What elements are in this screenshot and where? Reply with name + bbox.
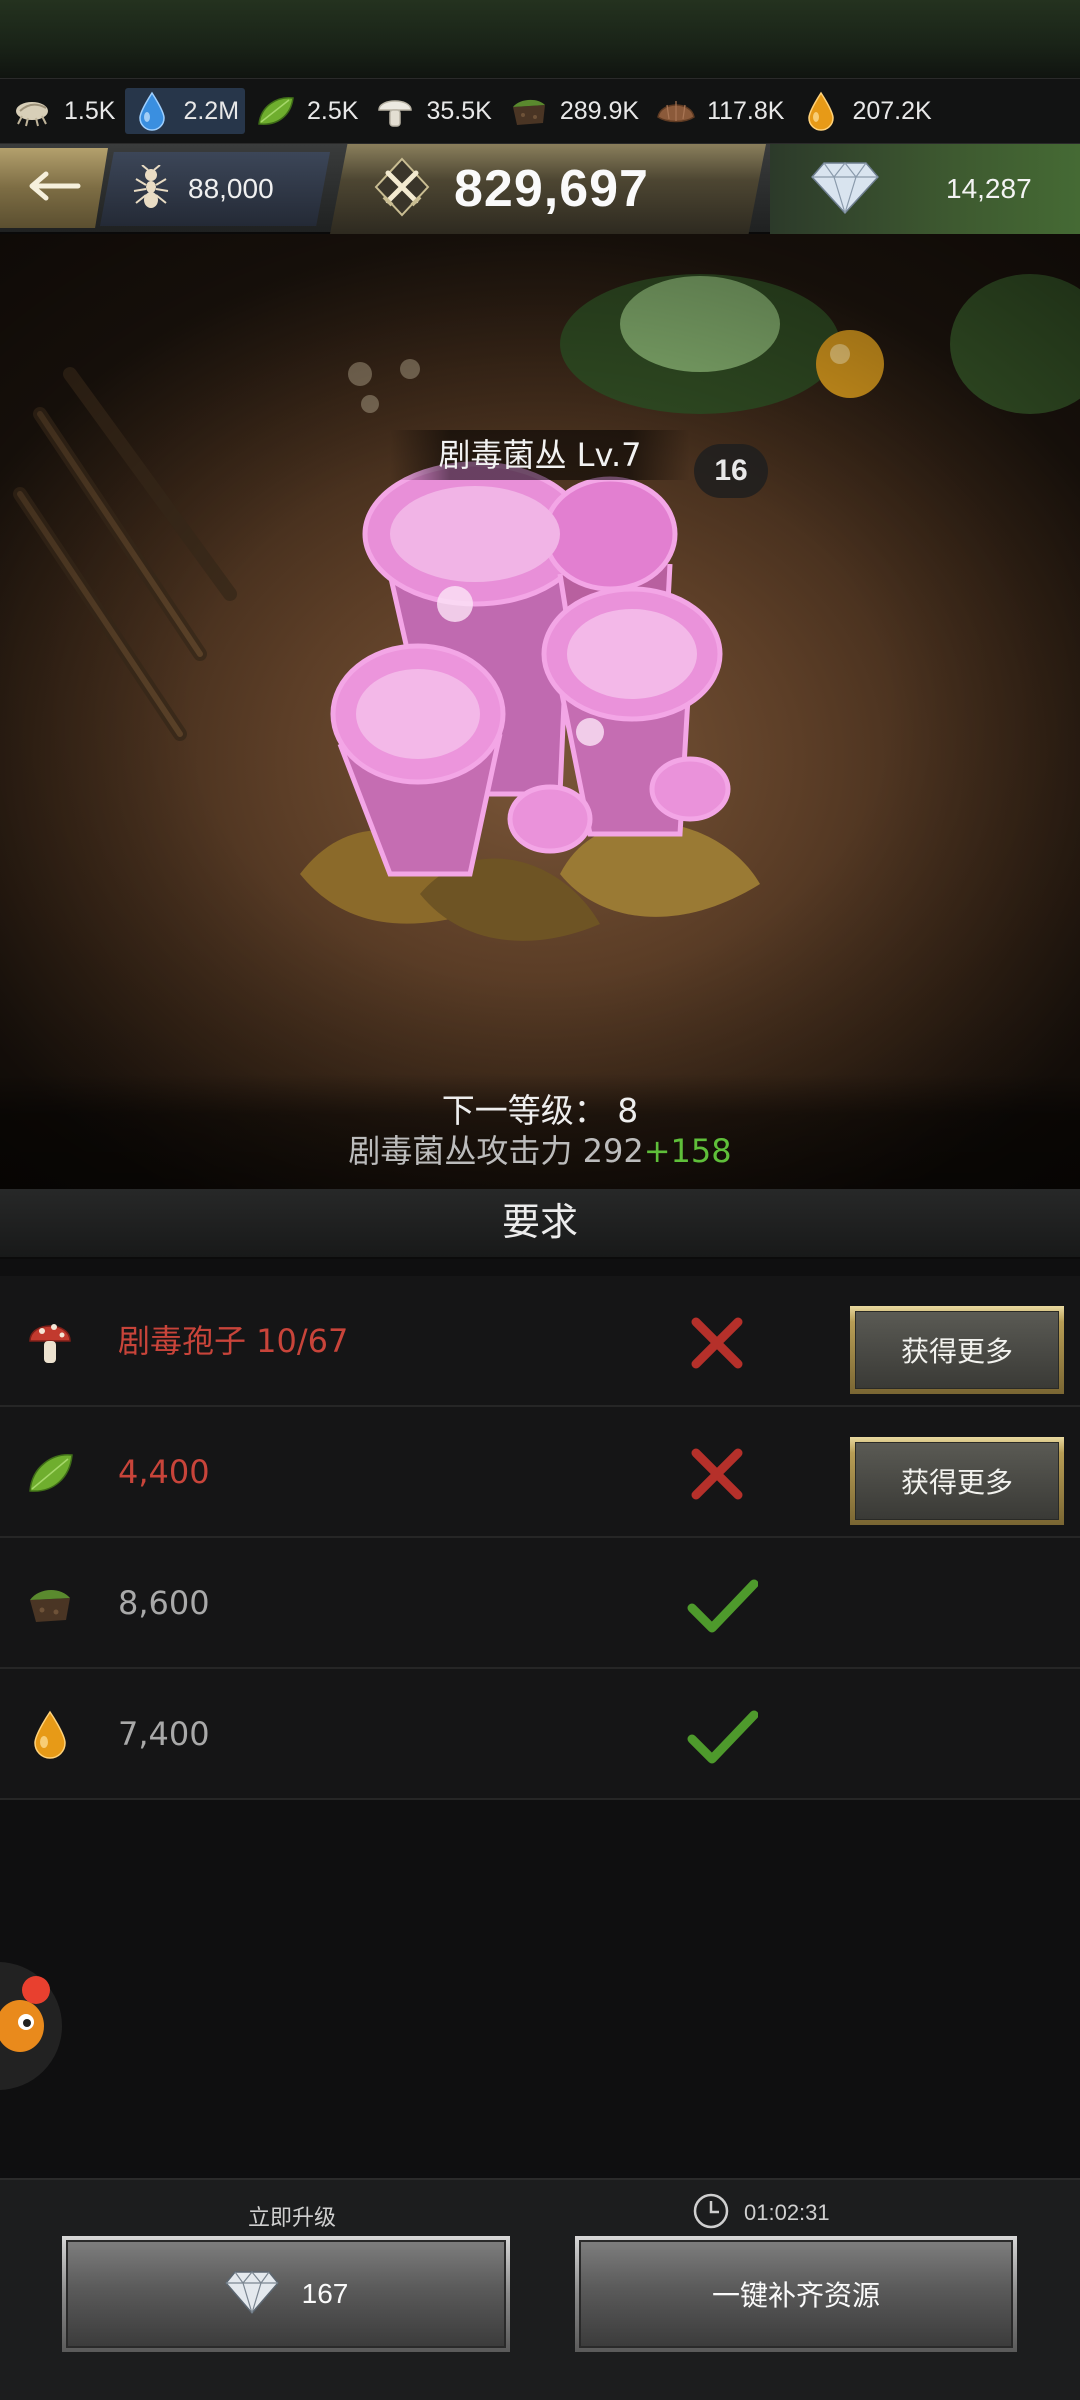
resource-leaf[interactable]: 2.5K — [249, 88, 364, 134]
mushroom-icon — [374, 90, 416, 132]
larva-icon — [12, 90, 54, 132]
top-forest-banner — [0, 0, 1080, 78]
resource-bar: 1.5K 2.2M 2.5K 35.5K 289.9K 117.8K 207.2… — [0, 78, 1080, 144]
toadstool-icon — [24, 1316, 76, 1368]
arrow-left-icon — [26, 169, 82, 207]
clock-icon — [692, 2192, 730, 2234]
next-level-info: 下一等级： 8 剧毒菌丛攻击力 292+158 — [0, 1074, 1080, 1189]
instant-upgrade-label: 立即升级 — [247, 2206, 336, 2231]
notification-dot — [22, 1976, 50, 2004]
building-scene: 剧毒菌丛 Lv.7 16 下一等级： 8 剧毒菌丛攻击力 292+158 — [0, 234, 1080, 1189]
resource-larva-value: 1.5K — [64, 96, 116, 125]
next-level-text: 下一等级： 8 — [441, 1091, 639, 1130]
get-more-label: 获得更多 — [855, 1442, 1059, 1520]
soil-icon — [508, 90, 550, 132]
resource-mushroom[interactable]: 35.5K — [368, 88, 497, 134]
header-bar: 88,000 829,697 14,287 — [0, 144, 1080, 234]
building-count-badge: 16 — [694, 444, 768, 498]
diamond-icon — [810, 159, 880, 219]
resource-larva[interactable]: 1.5K — [6, 88, 121, 134]
instant-upgrade-button-face: 167 — [66, 2240, 506, 2348]
get-more-button[interactable]: 获得更多 — [850, 1437, 1064, 1525]
requirement-row-leaf: 4,400 获得更多 — [0, 1407, 1080, 1538]
honeydew-icon — [800, 90, 842, 132]
water-drop-icon — [131, 90, 173, 132]
cross-icon — [686, 1312, 748, 1374]
checkmark-icon — [686, 1574, 759, 1636]
requirement-row-spore: 剧毒孢子 10/67 获得更多 — [0, 1276, 1080, 1407]
mascot-icon — [0, 1994, 48, 2058]
soil-icon — [24, 1578, 76, 1630]
checkmark-icon — [686, 1705, 759, 1767]
attack-bonus: +158 — [643, 1132, 732, 1170]
requirements-list: 剧毒孢子 10/67 获得更多 4,400 获得更多 8,600 7,400 — [0, 1276, 1080, 1800]
leaf-icon — [24, 1447, 76, 1499]
power-value: 829,697 — [454, 160, 649, 218]
building-name-label: 剧毒菌丛 Lv.7 — [390, 430, 690, 480]
gem-display[interactable]: 14,287 — [770, 144, 1080, 234]
ant-count-display[interactable]: 88,000 — [100, 152, 330, 226]
resource-soil[interactable]: 289.9K — [502, 88, 645, 134]
requirement-label: 8,600 — [118, 1584, 210, 1622]
instant-upgrade-button[interactable]: 167 — [62, 2236, 510, 2352]
scene-vignette — [0, 234, 1080, 1189]
resource-honeydew[interactable]: 207.2K — [794, 88, 937, 134]
fill-resources-button[interactable]: 一键补齐资源 — [575, 2236, 1017, 2352]
resource-mushroom-value: 35.5K — [426, 96, 492, 125]
ant-icon — [130, 164, 172, 213]
attack-line: 剧毒菌丛攻击力 292+158 — [0, 1126, 1080, 1172]
resource-water-value: 2.2M — [183, 96, 240, 125]
get-more-button[interactable]: 获得更多 — [850, 1306, 1064, 1394]
honeydew-icon — [24, 1709, 76, 1761]
leaf-icon — [255, 90, 297, 132]
diamond-icon — [224, 2269, 280, 2319]
get-more-label: 获得更多 — [855, 1311, 1059, 1389]
requirement-label: 7,400 — [118, 1715, 210, 1753]
upgrade-timer: 01:02:31 — [692, 2192, 830, 2234]
resource-honeydew-value: 207.2K — [852, 96, 932, 125]
back-button[interactable] — [0, 148, 108, 228]
fill-resources-label: 一键补齐资源 — [579, 2240, 1013, 2348]
resource-seed-value: 117.8K — [707, 96, 785, 125]
bottom-action-bar: 立即升级 01:02:31 167 一键补齐资源 — [0, 2178, 1080, 2400]
requirement-row-honeydew: 7,400 — [0, 1669, 1080, 1800]
requirement-label: 4,400 — [118, 1453, 210, 1491]
resource-seed[interactable]: 117.8K — [649, 88, 790, 134]
power-display[interactable]: 829,697 — [330, 144, 766, 234]
attack-text: 剧毒菌丛攻击力 292 — [348, 1132, 644, 1170]
ant-count-value: 88,000 — [188, 173, 274, 204]
crossed-swords-icon — [372, 157, 432, 221]
instant-upgrade-cost: 167 — [301, 2278, 349, 2309]
resource-water[interactable]: 2.2M — [125, 88, 246, 134]
gem-value: 14,287 — [946, 173, 1032, 204]
seed-icon — [655, 90, 697, 132]
requirements-title: 要求 — [0, 1189, 1080, 1259]
timer-value: 01:02:31 — [744, 2200, 830, 2225]
resource-soil-value: 289.9K — [559, 96, 640, 125]
requirement-row-soil: 8,600 — [0, 1538, 1080, 1669]
resource-leaf-value: 2.5K — [307, 96, 359, 125]
requirement-label: 剧毒孢子 10/67 — [118, 1322, 349, 1360]
cross-icon — [686, 1443, 748, 1505]
